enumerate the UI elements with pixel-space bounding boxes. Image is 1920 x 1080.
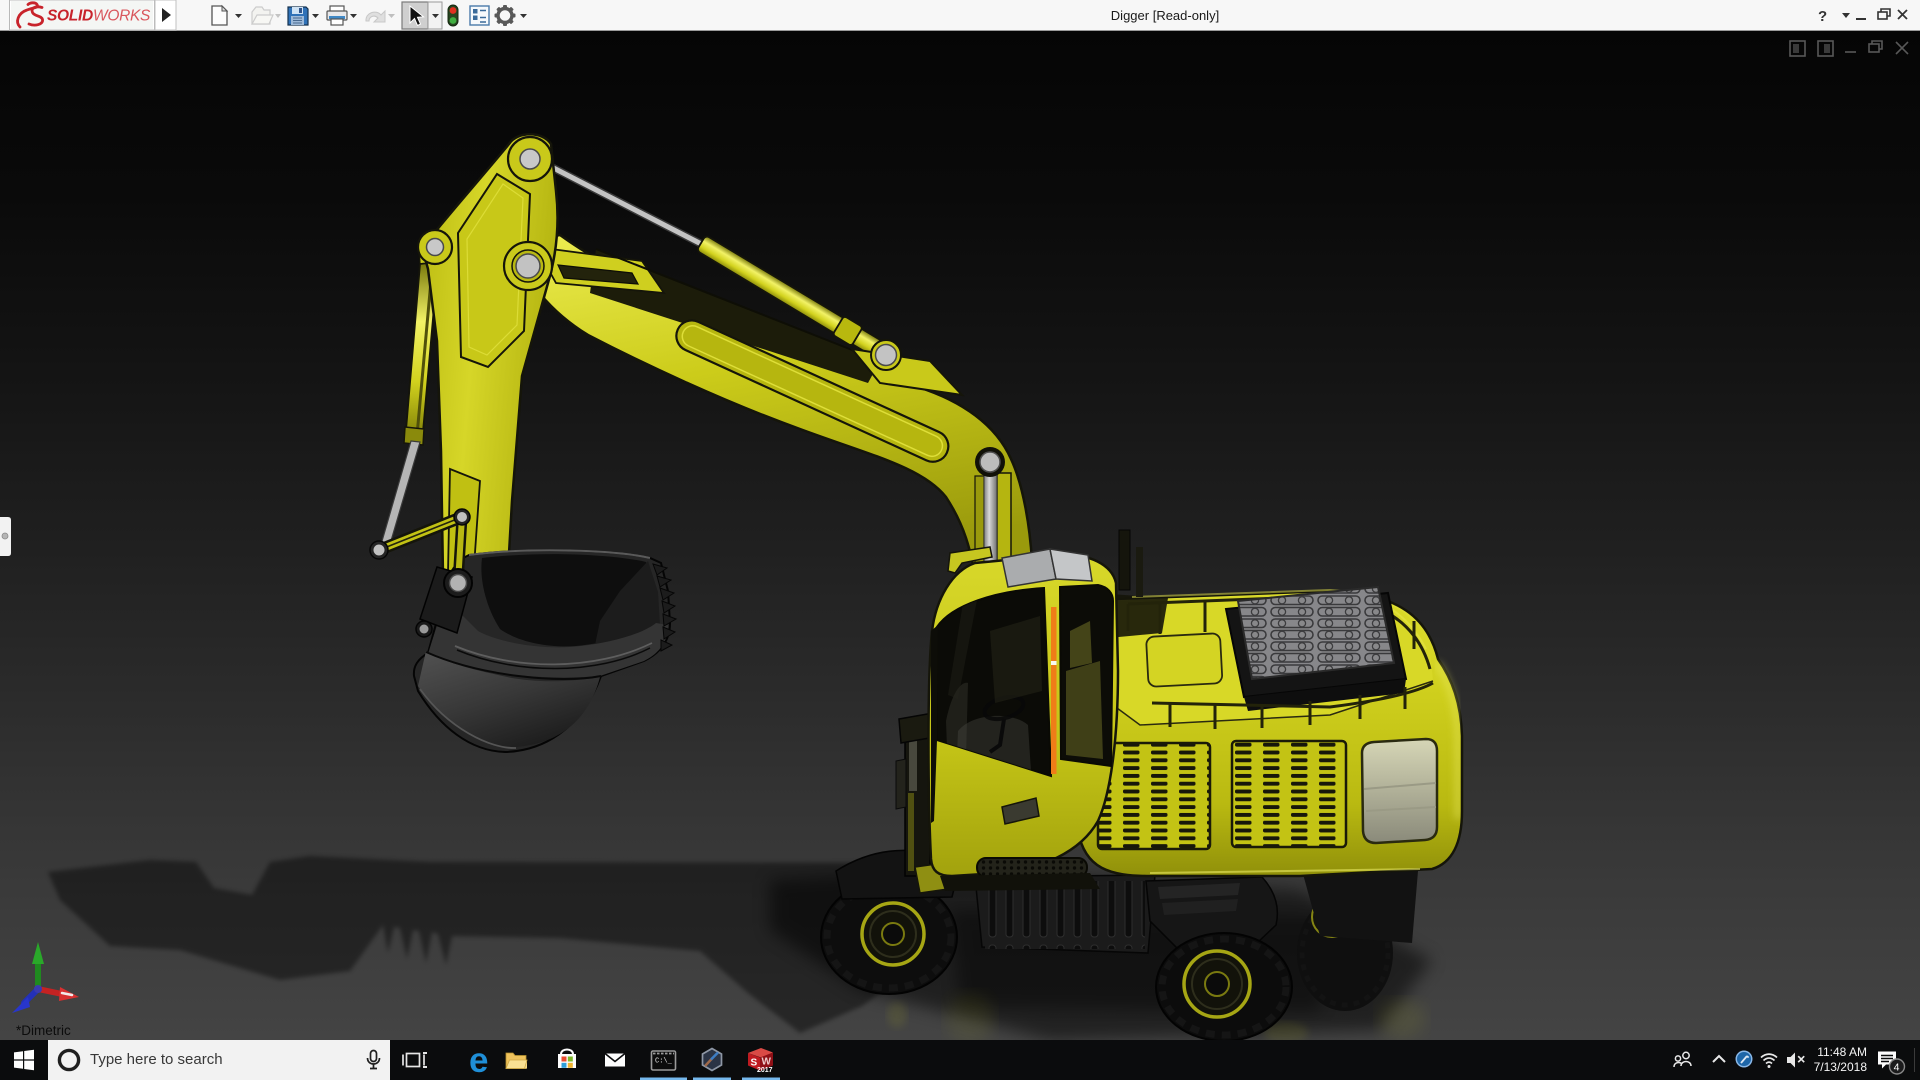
svg-text:*Dimetric: *Dimetric [16, 1023, 71, 1038]
svg-text:?: ? [1818, 8, 1827, 25]
svg-text:e: e [469, 1041, 488, 1080]
svg-text:W: W [762, 1057, 772, 1068]
svg-text:C:\_: C:\_ [655, 1058, 673, 1066]
svg-text:WORKS: WORKS [93, 8, 151, 25]
svg-text:2017: 2017 [757, 1067, 773, 1074]
svg-text:4: 4 [1894, 1062, 1900, 1074]
svg-text:SOLID: SOLID [47, 8, 93, 25]
